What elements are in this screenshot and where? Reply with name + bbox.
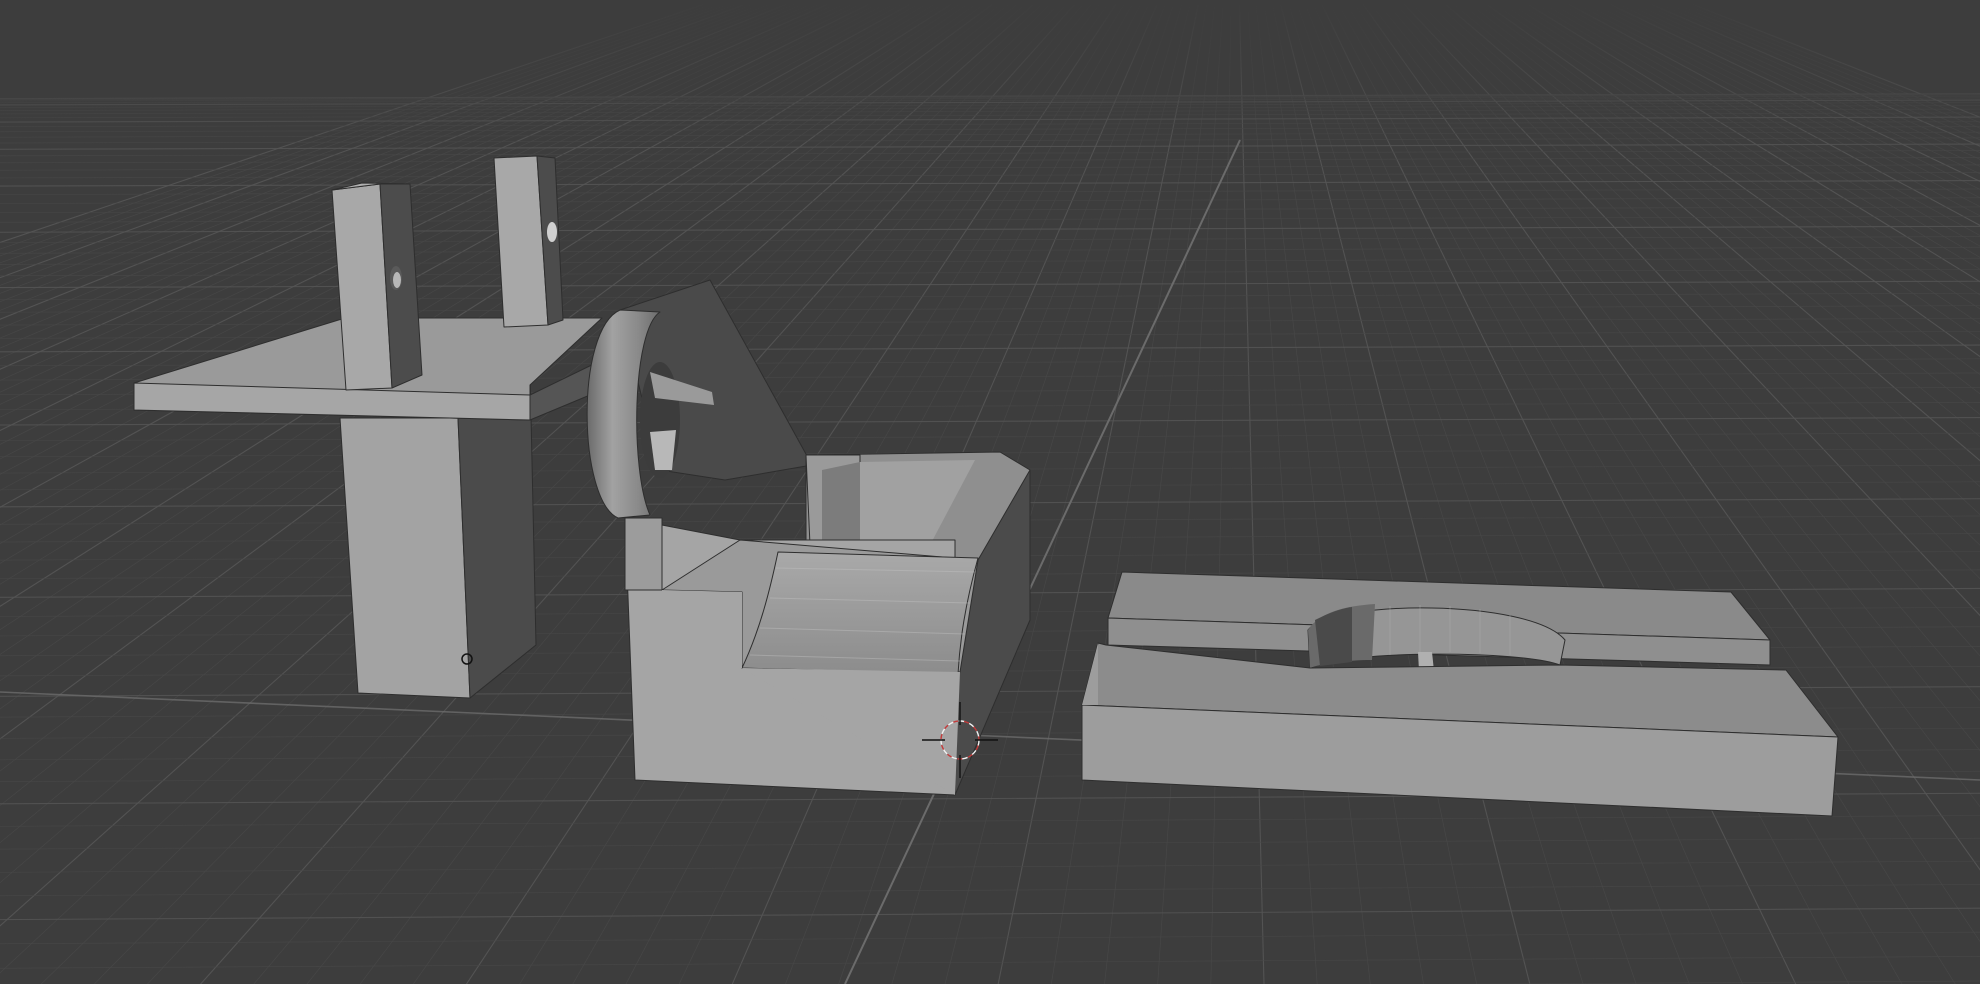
viewport-canvas[interactable] <box>0 0 1980 984</box>
3d-viewport[interactable] <box>0 0 1980 984</box>
horizon-fade <box>0 0 1980 150</box>
base-plate-object[interactable] <box>1081 571 1839 817</box>
